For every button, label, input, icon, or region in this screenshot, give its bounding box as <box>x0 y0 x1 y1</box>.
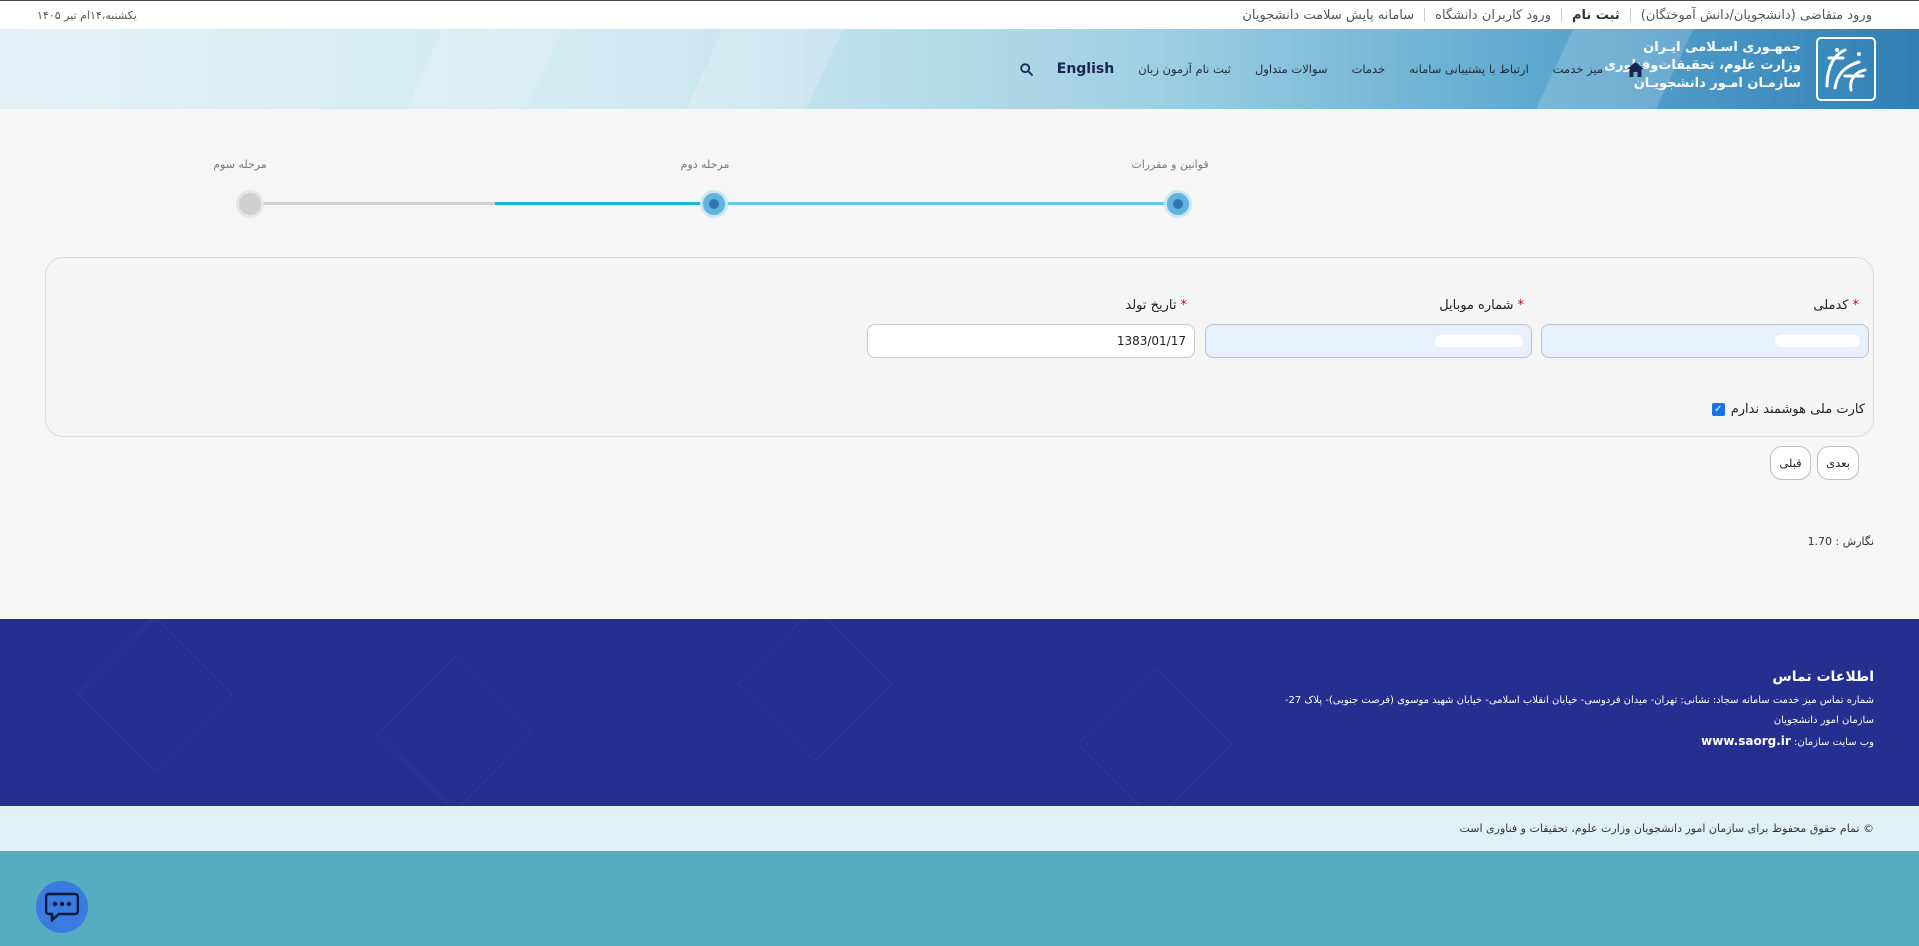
national-code-input[interactable] <box>1541 324 1869 358</box>
register-link[interactable]: ثبت نام <box>1562 8 1630 23</box>
decorative-shape <box>377 656 533 806</box>
step-line-active <box>495 202 715 205</box>
mobile-label: *شماره موبایل <box>1439 298 1524 313</box>
chat-icon[interactable] <box>36 881 88 933</box>
birth-date-input[interactable]: 1383/01/17 <box>867 324 1195 358</box>
nav-language-exam[interactable]: ثبت نام آزمون زبان <box>1126 62 1243 76</box>
masked-value <box>1775 335 1860 347</box>
previous-button[interactable]: قبلی <box>1770 446 1811 480</box>
decorative-shape <box>737 619 893 762</box>
no-smartcard-row[interactable]: کارت ملی هوشمند ندارم ✓ <box>1711 402 1865 417</box>
contact-address: شماره تماس میز خدمت سامانه سجاد: نشانی: … <box>1284 695 1874 706</box>
next-button[interactable]: بعدی <box>1817 446 1859 480</box>
step-label-1: قوانین و مقررات <box>1131 158 1209 171</box>
org-logo[interactable] <box>1813 35 1879 103</box>
birth-date-value: 1383/01/17 <box>1116 334 1186 348</box>
university-login-link[interactable]: ورود کاربران دانشگاه <box>1425 8 1561 23</box>
nav-faq[interactable]: سوالات متداول <box>1243 62 1340 76</box>
no-smartcard-checkbox[interactable]: ✓ <box>1711 403 1725 416</box>
nav-service-desk[interactable]: میز خدمت <box>1541 62 1615 76</box>
national-code-label: *کدملی <box>1813 298 1859 313</box>
top-links: ورود متقاضی (دانشجویان/دانش آموختگان) ثب… <box>1232 8 1882 23</box>
nav-support[interactable]: ارتباط با پشتیبانی سامانه <box>1397 62 1541 76</box>
divider <box>1424 8 1426 22</box>
top-bar: ورود متقاضی (دانشجویان/دانش آموختگان) ثب… <box>0 0 1919 29</box>
decorative-shape <box>387 29 573 109</box>
english-link[interactable]: English <box>1045 61 1126 77</box>
step-dot-3 <box>236 190 264 218</box>
no-smartcard-label: کارت ملی هوشمند ندارم <box>1730 402 1865 417</box>
copyright-text: © تمام حقوق محفوظ برای سازمان امور دانشج… <box>1459 822 1874 835</box>
decorative-shape <box>77 619 233 772</box>
current-date: یکشنبه،۱۴ام تیر ۱۴۰۵ <box>37 8 137 22</box>
version-label: نگارش : 1.70 <box>1807 535 1874 548</box>
contact-title: اطلاعات تماس <box>1772 669 1874 685</box>
progress-stepper: قوانین و مقررات مرحله دوم مرحله سوم <box>0 150 1919 230</box>
birth-date-label: *تاریخ تولد <box>1125 298 1187 313</box>
registration-form: *کدملی *شماره موبایل *تاریخ تولد 1383/01… <box>45 257 1874 437</box>
footer: اطلاعات تماس شماره تماس میز خدمت سامانه … <box>0 619 1919 806</box>
search-icon[interactable] <box>1008 62 1045 76</box>
website-link[interactable]: www.saorg.ir <box>1701 734 1791 748</box>
mobile-input[interactable] <box>1205 324 1532 358</box>
health-system-link[interactable]: سامانه پایش سلامت دانشجویان <box>1232 8 1424 23</box>
masked-value <box>1435 335 1523 347</box>
divider <box>1560 8 1562 22</box>
applicant-login-link[interactable]: ورود متقاضی (دانشجویان/دانش آموختگان) <box>1631 8 1882 23</box>
bottom-band <box>0 851 1919 946</box>
divider <box>1629 8 1631 22</box>
copyright-bar: © تمام حقوق محفوظ برای سازمان امور دانشج… <box>0 806 1919 851</box>
step-dot-1 <box>1164 190 1192 218</box>
step-line-done <box>715 202 1178 205</box>
step-label-3: مرحله سوم <box>213 158 267 171</box>
site-header: جمهـوری اسـلامی ایـران وزارت علوم، تحقیق… <box>0 29 1919 109</box>
step-line-pending <box>250 202 495 205</box>
contact-org: سازمان امور دانشجویان <box>1773 715 1874 726</box>
decorative-shape <box>667 29 853 109</box>
step-label-2: مرحله دوم <box>680 158 730 171</box>
nav-services[interactable]: خدمات <box>1340 62 1398 76</box>
step-dot-2 <box>700 190 728 218</box>
decorative-shape <box>1077 666 1233 806</box>
main-nav: میز خدمت ارتباط با پشتیبانی سامانه خدمات… <box>1008 29 1656 109</box>
website-row: وب سایت سازمان: www.saorg.ir <box>1701 734 1874 748</box>
contact-info: اطلاعات تماس شماره تماس میز خدمت سامانه … <box>1285 669 1874 757</box>
home-icon[interactable] <box>1615 61 1656 77</box>
